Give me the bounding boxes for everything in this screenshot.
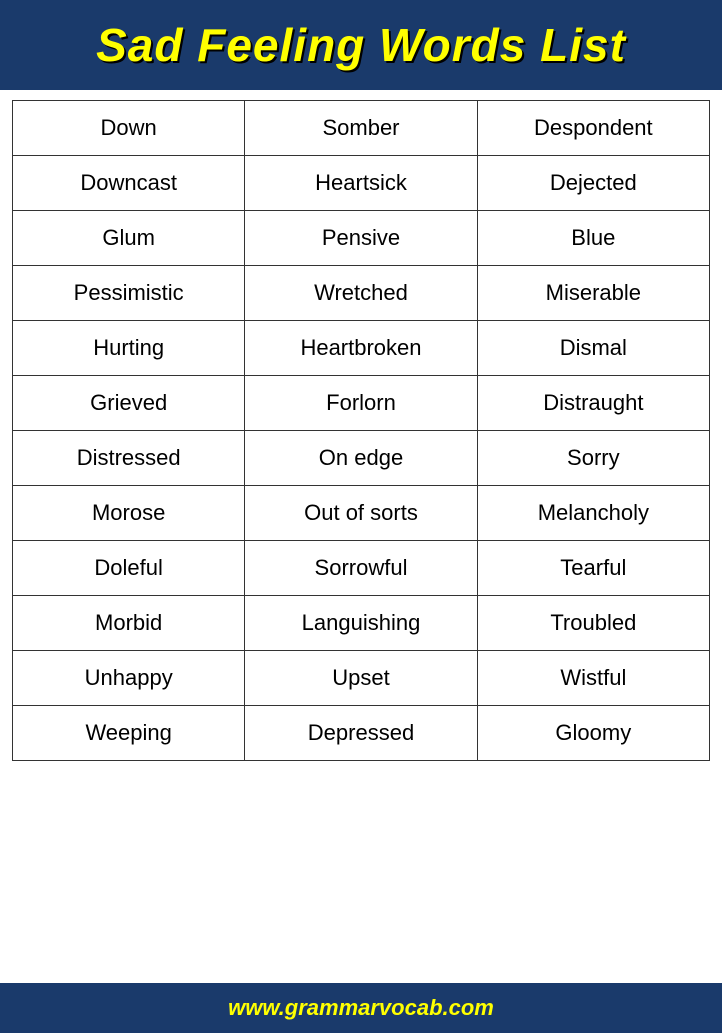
words-table: DownSomberDespondentDowncastHeartsickDej…	[12, 100, 710, 761]
table-cell: Glum	[13, 211, 245, 266]
table-cell: Despondent	[477, 101, 709, 156]
table-cell: Gloomy	[477, 706, 709, 761]
table-cell: Forlorn	[245, 376, 477, 431]
page-footer: www.grammarvocab.com	[0, 983, 722, 1033]
table-cell: Hurting	[13, 321, 245, 376]
table-row: WeepingDepressedGloomy	[13, 706, 710, 761]
table-cell: Sorry	[477, 431, 709, 486]
table-row: UnhappyUpsetWistful	[13, 651, 710, 706]
table-cell: Wretched	[245, 266, 477, 321]
table-cell: Weeping	[13, 706, 245, 761]
table-wrapper: DownSomberDespondentDowncastHeartsickDej…	[0, 90, 722, 983]
table-cell: Wistful	[477, 651, 709, 706]
table-row: GlumPensiveBlue	[13, 211, 710, 266]
table-cell: Pensive	[245, 211, 477, 266]
page-title: Sad Feeling Words List	[20, 18, 702, 72]
table-cell: Miserable	[477, 266, 709, 321]
table-cell: Depressed	[245, 706, 477, 761]
table-cell: Out of sorts	[245, 486, 477, 541]
table-cell: Tearful	[477, 541, 709, 596]
table-cell: Distressed	[13, 431, 245, 486]
table-cell: Down	[13, 101, 245, 156]
table-cell: Morbid	[13, 596, 245, 651]
table-cell: Dejected	[477, 156, 709, 211]
table-row: DolefulSorrowfulTearful	[13, 541, 710, 596]
table-cell: Melancholy	[477, 486, 709, 541]
table-cell: Doleful	[13, 541, 245, 596]
table-row: HurtingHeartbrokenDismal	[13, 321, 710, 376]
table-cell: Heartsick	[245, 156, 477, 211]
table-cell: Somber	[245, 101, 477, 156]
table-row: DistressedOn edgeSorry	[13, 431, 710, 486]
table-row: DownSomberDespondent	[13, 101, 710, 156]
table-row: PessimisticWretchedMiserable	[13, 266, 710, 321]
table-cell: Downcast	[13, 156, 245, 211]
table-cell: Troubled	[477, 596, 709, 651]
table-cell: Sorrowful	[245, 541, 477, 596]
table-row: MorbidLanguishingTroubled	[13, 596, 710, 651]
table-cell: Heartbroken	[245, 321, 477, 376]
table-row: DowncastHeartsickDejected	[13, 156, 710, 211]
table-row: GrievedForlornDistraught	[13, 376, 710, 431]
table-cell: Upset	[245, 651, 477, 706]
footer-url: www.grammarvocab.com	[228, 995, 494, 1020]
table-cell: Unhappy	[13, 651, 245, 706]
page-header: Sad Feeling Words List	[0, 0, 722, 90]
table-cell: Morose	[13, 486, 245, 541]
table-cell: Pessimistic	[13, 266, 245, 321]
table-cell: Grieved	[13, 376, 245, 431]
table-cell: Languishing	[245, 596, 477, 651]
table-cell: On edge	[245, 431, 477, 486]
table-cell: Dismal	[477, 321, 709, 376]
table-row: MoroseOut of sortsMelancholy	[13, 486, 710, 541]
table-cell: Distraught	[477, 376, 709, 431]
table-cell: Blue	[477, 211, 709, 266]
